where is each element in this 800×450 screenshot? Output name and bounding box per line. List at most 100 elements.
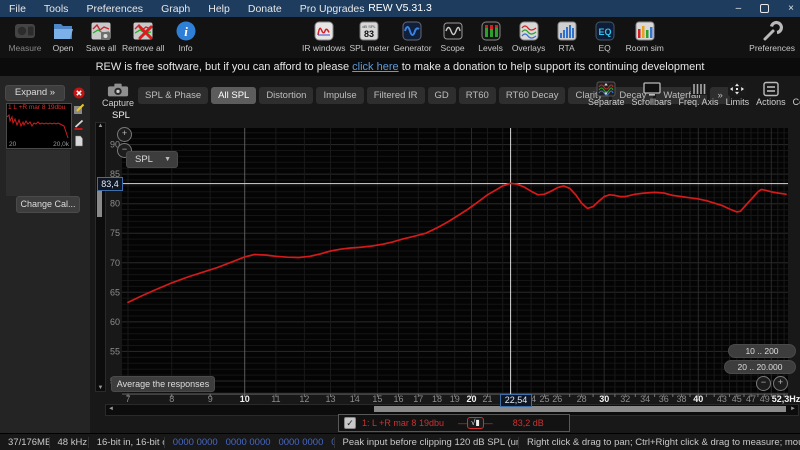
menu-help[interactable]: Help (199, 3, 239, 15)
eq-button[interactable]: EQ EQ (588, 20, 622, 53)
svg-text:38: 38 (676, 394, 686, 404)
preferences-button[interactable]: Preferences (749, 20, 795, 53)
memory-usage: 37/176MB (0, 437, 49, 448)
scope-button[interactable]: Scope (436, 20, 470, 53)
info-button[interactable]: iInfo (169, 20, 203, 53)
range-10-200-button[interactable]: 10 .. 200 (728, 344, 796, 358)
notes-icon[interactable] (73, 135, 85, 147)
menu-preferences[interactable]: Preferences (77, 3, 152, 15)
y-zoom-in-button[interactable]: + (117, 127, 132, 142)
scroll-left-icon[interactable]: ◄ (108, 405, 114, 414)
donate-link[interactable]: click here (352, 61, 398, 73)
x-zoom-out-button[interactable]: − (756, 376, 771, 391)
tool-label: Scope (441, 43, 465, 53)
tool-label: Remove all (122, 43, 165, 53)
spl-meter-button[interactable]: dB SPL83SPL meter (349, 20, 389, 53)
vertical-scrollbar[interactable]: ▲ ▼ (95, 122, 106, 392)
x-zoom-in-button[interactable]: + (773, 376, 788, 391)
delete-measurement-icon[interactable] (73, 87, 85, 99)
expand-button[interactable]: Expand » (5, 85, 65, 101)
menu-graph[interactable]: Graph (152, 3, 199, 15)
svg-text:20: 20 (466, 394, 476, 404)
actions-icon (761, 81, 781, 97)
tool-label: SPL meter (349, 43, 389, 53)
control-label: Actions (756, 97, 786, 107)
room-sim-button[interactable]: Room sim (626, 20, 664, 53)
close-button[interactable]: × (788, 0, 794, 17)
svg-text:EQ: EQ (598, 27, 611, 37)
tab-all-spl[interactable]: All SPL (211, 87, 256, 104)
maximize-button[interactable] (760, 4, 769, 13)
controls-button[interactable]: Controls (793, 81, 800, 107)
scrollbars-icon (642, 81, 662, 97)
change-cal-button[interactable]: Change Cal... (16, 196, 80, 213)
tab-rt60-decay[interactable]: RT60 Decay (499, 87, 566, 104)
limits-button[interactable]: Limits (726, 81, 750, 107)
svg-text:83: 83 (364, 29, 374, 39)
limits-icon (727, 81, 747, 97)
actions-button[interactable]: Actions (756, 81, 786, 107)
save-all-button[interactable]: Save all (84, 20, 118, 53)
horizontal-scroll-thumb[interactable] (374, 406, 786, 412)
spl-chart[interactable]: 7891011121314151617181920212425262830323… (105, 118, 800, 415)
svg-text:18: 18 (432, 394, 442, 404)
scroll-up-icon[interactable]: ▲ (96, 123, 105, 129)
trace-cursor-value: 83,2 dB (513, 418, 544, 428)
open-button[interactable]: Open (46, 20, 80, 53)
svg-text:36: 36 (659, 394, 669, 404)
menubar: FileToolsPreferencesGraphHelpDonatePro U… (0, 3, 374, 15)
menu-donate[interactable]: Donate (239, 3, 291, 15)
svg-text:30: 30 (599, 394, 609, 404)
capture-button[interactable]: Capture (102, 82, 134, 108)
levels-button[interactable]: Levels (474, 20, 508, 53)
separate-button[interactable]: Separate (588, 81, 625, 107)
edit-measurement-icon[interactable] (73, 103, 85, 115)
tab-rt60[interactable]: RT60 (459, 87, 496, 104)
y-axis-selector[interactable]: SPL ▼ (126, 151, 178, 168)
range-20-20000-button[interactable]: 20 .. 20.000 (724, 360, 796, 374)
scroll-right-icon[interactable]: ► (790, 405, 796, 414)
trace-colour-icon[interactable] (73, 119, 85, 131)
scroll-down-icon[interactable]: ▼ (96, 385, 105, 391)
tab-filtered-ir[interactable]: Filtered IR (367, 87, 425, 104)
room-sim-icon (634, 20, 656, 42)
tab-gd[interactable]: GD (428, 87, 456, 104)
tool-label: Measure (8, 43, 41, 53)
rta-button[interactable]: RTA (550, 20, 584, 53)
tool-label: Generator (393, 43, 431, 53)
measurement-thumbnail[interactable]: 1 L +R mar 8 19dbu 20 20,0k (6, 103, 72, 149)
tab-distortion[interactable]: Distortion (259, 87, 313, 104)
svg-text:14: 14 (350, 394, 360, 404)
menu-pro-upgrades[interactable]: Pro Upgrades (291, 3, 374, 15)
ir-windows-icon (313, 20, 335, 42)
trace-visible-checkbox[interactable]: ✓ (344, 417, 356, 429)
capture-label: Capture (102, 98, 134, 108)
tool-label: EQ (598, 43, 610, 53)
svg-text:75: 75 (110, 228, 120, 238)
open-folder-icon (52, 20, 74, 42)
svg-text:16: 16 (393, 394, 403, 404)
tool-label: IR windows (302, 43, 345, 53)
remove-all-button[interactable]: Remove all (122, 20, 165, 53)
tool-label: Room sim (626, 43, 664, 53)
ir-windows-button[interactable]: IR windows (302, 20, 345, 53)
tab-spl-phase[interactable]: SPL & Phase (138, 87, 208, 104)
minimize-button[interactable]: – (736, 0, 742, 17)
generator-button[interactable]: Generator (393, 20, 431, 53)
thumbnail-x-max: 20,0k (53, 141, 69, 148)
thumbnail-curve (7, 112, 69, 142)
overlays-button[interactable]: Overlays (512, 20, 546, 53)
svg-text:9: 9 (208, 394, 213, 404)
mouse-hint: Right click & drag to pan; Ctrl+Right cl… (518, 437, 800, 448)
trace-style-button[interactable]: —√▮— (458, 417, 493, 429)
overlays-icon (518, 20, 540, 42)
menu-file[interactable]: File (0, 3, 35, 15)
scrollbars-button[interactable]: Scrollbars (632, 81, 672, 107)
rew-app-window: FileToolsPreferencesGraphHelpDonatePro U… (0, 0, 800, 450)
average-responses-button[interactable]: Average the responses (111, 376, 215, 392)
svg-text:32: 32 (620, 394, 630, 404)
bit-depth: 16-bit in, 16-bit out (88, 437, 164, 448)
tab-impulse[interactable]: Impulse (316, 87, 363, 104)
menu-tools[interactable]: Tools (35, 3, 78, 15)
freq-axis-button[interactable]: Freq. Axis (679, 81, 719, 107)
